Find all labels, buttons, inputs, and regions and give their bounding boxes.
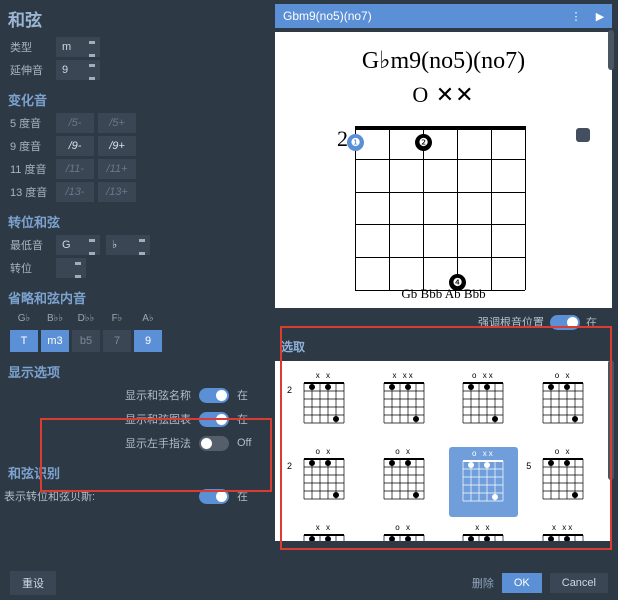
string-names: Gb Bbb Ab Bbb [275,286,612,302]
alter-plus[interactable]: /9+ [98,136,136,156]
cancel-button[interactable]: Cancel [550,573,608,593]
option-label: 显示和弦图表 [125,411,191,427]
chord-diagram: G♭m9(no5)(no7) O ✕✕ 2 ❶❷❹ Gb Bbb Ab Bbb [275,32,612,308]
option-label: 显示和弦名称 [125,387,191,403]
note-cell[interactable]: 9 [134,330,162,352]
scrollbar[interactable] [608,360,614,480]
emphasis-state: 在 [586,314,608,330]
bass-acc-select[interactable]: ♭ [106,235,150,255]
alter-plus[interactable]: /5+ [98,113,136,133]
omit-title: 省略和弦内音 [8,288,267,307]
display-title: 显示选项 [8,362,267,381]
alter-plus[interactable]: /11+ [98,159,136,179]
note-head: A♭ [134,313,162,324]
alter-minus[interactable]: /11- [56,159,94,179]
option-toggle[interactable] [199,436,229,451]
panel-title: 和弦 [8,6,267,31]
alter-label: 9 度音 [10,138,56,154]
note-cell[interactable]: b5 [72,330,100,352]
pick-title: 选取 [281,338,612,355]
chord-name: G♭m9(no5)(no7) [275,46,612,75]
voicing-option[interactable]: o x [528,371,598,441]
inv-label: 转位 [10,260,56,276]
voicing-option[interactable]: x xx [528,523,598,541]
alter-label: 13 度音 [10,184,56,200]
more-icon[interactable]: ⋮ [564,4,588,28]
string-marks: O ✕✕ [275,82,612,108]
option-state: 在 [237,411,259,427]
voicing-option[interactable]: x x [449,523,519,541]
voicing-option[interactable]: x x2 [289,371,359,441]
delete-link[interactable]: 删除 [472,575,494,591]
voicing-option[interactable]: x xx [369,371,439,441]
inversion-title: 转位和弦 [8,212,267,231]
voicing-grid: x x2x xxo xxo xo x 2o x o xxo x 5x xo xx… [275,361,612,541]
voicing-option[interactable]: o x 5 [528,447,598,517]
alter-label: 5 度音 [10,115,56,131]
alter-minus[interactable]: /13- [56,182,94,202]
voicing-option[interactable]: o xx [449,447,519,517]
alter-minus[interactable]: /5- [56,113,94,133]
scrollbar[interactable] [608,30,614,70]
emphasis-label: 强调根音位置 [478,314,544,330]
type-select[interactable]: m [56,37,100,57]
finger-dot: ❷ [415,134,432,151]
alter-plus[interactable]: /13+ [98,182,136,202]
ext-select[interactable]: 9 [56,60,100,80]
inv-select[interactable] [56,258,86,278]
play-icon[interactable]: ▶ [588,4,612,28]
option-state: Off [237,437,259,449]
reset-button[interactable]: 重设 [10,571,56,595]
handle[interactable] [576,128,590,142]
bass-label: 最低音 [10,237,56,253]
alter-label: 11 度音 [10,161,56,177]
type-label: 类型 [10,39,56,55]
option-toggle[interactable] [199,412,229,427]
recog-title: 和弦识别 [8,463,267,482]
alter-title: 变化音 [8,90,267,109]
note-cell[interactable]: m3 [41,330,69,352]
voicing-option[interactable]: x x [289,523,359,541]
finger-dot: ❶ [347,134,364,151]
option-toggle[interactable] [199,388,229,403]
option-state: 在 [237,387,259,403]
fret-number: 2 [337,126,348,152]
recog-state: 在 [237,488,259,504]
bass-note-select[interactable]: G [56,235,100,255]
note-head: G♭ [10,313,38,324]
voicing-option[interactable]: o x 2 [289,447,359,517]
recog-toggle[interactable] [199,489,229,504]
note-head: F♭ [103,313,131,324]
ext-label: 延伸音 [10,62,56,78]
recog-label: 表示转位和弦贝斯: [4,488,191,504]
voicing-option[interactable]: o xx [449,371,519,441]
note-head: D♭♭ [72,313,100,324]
ok-button[interactable]: OK [502,573,542,593]
note-cell[interactable]: T [10,330,38,352]
option-label: 显示左手指法 [125,435,191,451]
chord-bar-title: Gbm9(no5)(no7) [275,9,564,23]
note-cell[interactable]: 7 [103,330,131,352]
note-head: B♭♭ [41,313,69,324]
emphasis-toggle[interactable] [550,315,580,330]
voicing-option[interactable]: o x [369,447,439,517]
alter-minus[interactable]: /9- [56,136,94,156]
voicing-option[interactable]: o x [369,523,439,541]
